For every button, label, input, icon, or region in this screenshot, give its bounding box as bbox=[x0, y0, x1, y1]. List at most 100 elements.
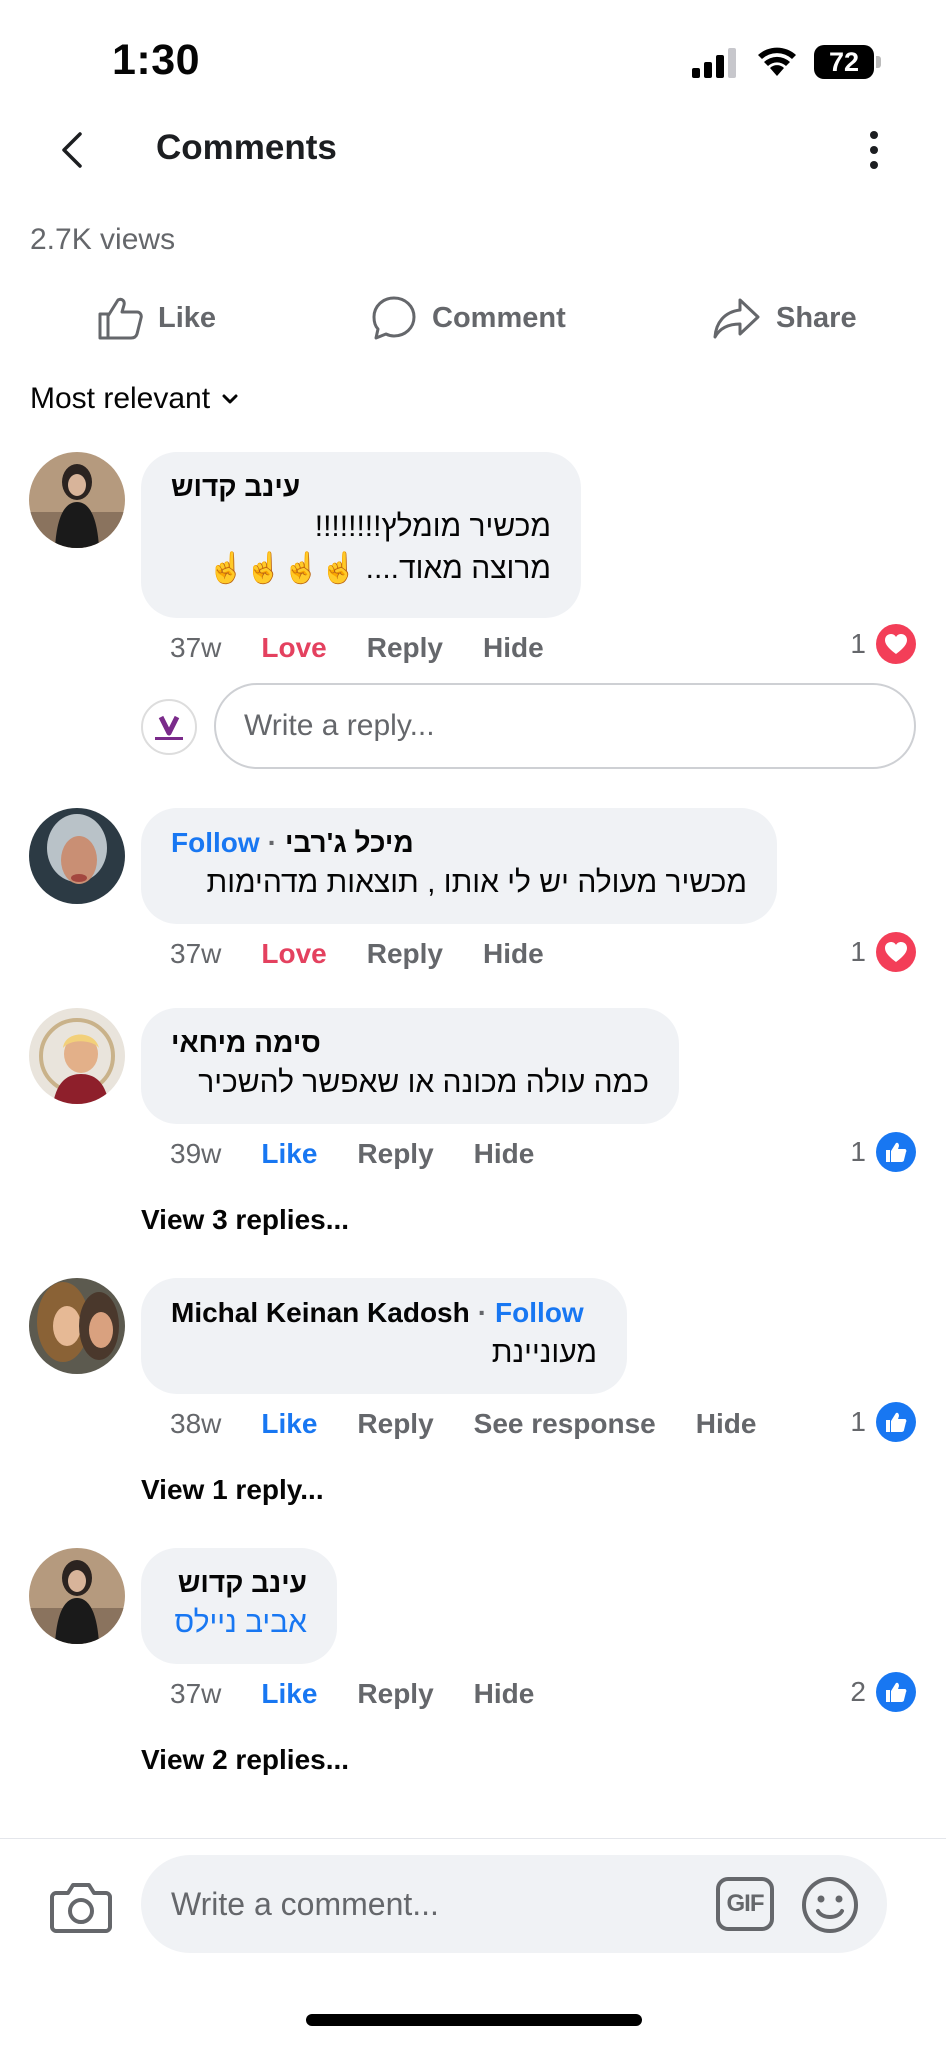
follow-button[interactable]: Follow bbox=[495, 1297, 584, 1328]
comment-author[interactable]: Michal Keinan Kadosh bbox=[171, 1297, 470, 1328]
comment-bubble[interactable]: Follow · מיכל ג'רבי מכשיר מעולה יש לי אותו… bbox=[141, 808, 777, 924]
hide-button[interactable]: Hide bbox=[474, 1678, 535, 1710]
avatar[interactable] bbox=[29, 452, 125, 548]
like-action-label: Like bbox=[158, 301, 217, 334]
heart-icon bbox=[876, 624, 916, 664]
comment-bubble[interactable]: סימה מיחאי כמה עולה מכונה או שאפשר להשכי… bbox=[141, 1008, 679, 1124]
status-bar: 1:30 72 bbox=[0, 0, 946, 110]
hide-button[interactable]: Hide bbox=[483, 632, 544, 664]
reaction-summary[interactable]: 1 bbox=[850, 624, 916, 664]
home-indicator bbox=[306, 2014, 642, 2026]
hide-button[interactable]: Hide bbox=[696, 1408, 757, 1440]
thumbs-up-icon bbox=[876, 1672, 916, 1712]
view-replies-link[interactable]: View 1 reply... bbox=[141, 1474, 324, 1506]
hide-button[interactable]: Hide bbox=[483, 938, 544, 970]
chevron-left-icon bbox=[62, 132, 82, 168]
comment-time: 37w bbox=[170, 938, 222, 969]
avatar[interactable] bbox=[29, 808, 125, 904]
cellular-signal-icon bbox=[692, 48, 736, 78]
avatar[interactable] bbox=[29, 1548, 125, 1644]
comment-action-label: Comment bbox=[432, 301, 566, 334]
avatar[interactable] bbox=[29, 1278, 125, 1374]
comment-time: 37w bbox=[170, 632, 222, 663]
wifi-icon bbox=[758, 47, 796, 76]
comment-bubble[interactable]: Michal Keinan Kadosh · Follow מעוניינת bbox=[141, 1278, 627, 1394]
post-action-bar: Like Comment Share bbox=[0, 282, 946, 354]
share-action-button[interactable]: Share bbox=[712, 282, 857, 354]
emoji-icon[interactable] bbox=[800, 1875, 860, 1935]
comment-text-line: כמה עולה מכונה או שאפשר להשכיר bbox=[198, 1066, 649, 1099]
avatar[interactable] bbox=[29, 1008, 125, 1104]
page-title: Comments bbox=[156, 128, 337, 167]
like-button[interactable]: Like bbox=[261, 1138, 317, 1170]
comment-text-line: מכשיר מומלץ!!!!!!!! bbox=[314, 510, 551, 543]
react-button[interactable]: Love bbox=[261, 632, 326, 664]
view-replies-link[interactable]: View 2 replies... bbox=[141, 1744, 349, 1776]
comment-time: 39w bbox=[170, 1138, 222, 1169]
reply-button[interactable]: Reply bbox=[367, 632, 443, 664]
comment-author[interactable]: עינב קדוש bbox=[171, 1564, 307, 1602]
comment-time: 37w bbox=[170, 1678, 222, 1709]
reaction-count: 1 bbox=[850, 1406, 866, 1437]
gif-button[interactable]: GIF bbox=[716, 1877, 774, 1931]
reaction-summary[interactable]: 1 bbox=[850, 932, 916, 972]
reaction-count: 1 bbox=[850, 936, 866, 967]
reply-button[interactable]: Reply bbox=[357, 1678, 433, 1710]
reaction-count: 1 bbox=[850, 628, 866, 659]
thumbs-up-icon bbox=[98, 297, 143, 340]
battery-icon: 72 bbox=[814, 45, 881, 79]
comment-meta: 39w Like Reply Hide bbox=[170, 1134, 574, 1174]
chevron-down-icon bbox=[222, 394, 238, 404]
like-button[interactable]: Like bbox=[261, 1408, 317, 1440]
comment-action-button[interactable]: Comment bbox=[370, 282, 566, 354]
thumbs-up-icon bbox=[876, 1402, 916, 1442]
comment-meta: 37w Love Reply Hide bbox=[170, 628, 584, 668]
comment-author[interactable]: מיכל ג'רבי bbox=[285, 827, 414, 858]
views-count: 2.7K views bbox=[30, 223, 176, 250]
follow-button[interactable]: Follow bbox=[171, 827, 260, 858]
reply-placeholder: Write a reply... bbox=[244, 709, 435, 742]
comment-input[interactable]: Write a comment... bbox=[141, 1855, 887, 1953]
reply-button[interactable]: Reply bbox=[367, 938, 443, 970]
comment-time: 38w bbox=[170, 1408, 222, 1439]
reply-button[interactable]: Reply bbox=[357, 1408, 433, 1440]
comment-author[interactable]: עינב קדוש bbox=[171, 468, 551, 506]
mention-link[interactable]: אביב ניילס bbox=[171, 1602, 307, 1644]
comment-text-line: מכשיר מעולה יש לי אותו , תוצאות מדהימות bbox=[206, 866, 747, 899]
reaction-count: 2 bbox=[850, 1676, 866, 1707]
see-response-button[interactable]: See response bbox=[474, 1408, 656, 1440]
reply-composer: Write a reply... bbox=[0, 682, 946, 772]
header-bar: Comments bbox=[0, 110, 946, 210]
like-action-button[interactable]: Like bbox=[96, 282, 216, 354]
thumbs-up-icon bbox=[876, 1132, 916, 1172]
comment-bubble-icon bbox=[372, 296, 416, 340]
comment-text-line: מרוצה מאוד.... ☝️☝️☝️☝️ bbox=[207, 552, 551, 585]
comment-placeholder: Write a comment... bbox=[171, 1885, 439, 1922]
battery-level: 72 bbox=[814, 45, 874, 79]
heart-icon bbox=[876, 932, 916, 972]
reaction-summary[interactable]: 1 bbox=[850, 1402, 916, 1442]
hide-button[interactable]: Hide bbox=[474, 1138, 535, 1170]
back-button[interactable] bbox=[50, 124, 94, 176]
more-dots-icon bbox=[870, 131, 878, 139]
reaction-summary[interactable]: 1 bbox=[850, 1132, 916, 1172]
share-arrow-icon bbox=[713, 298, 760, 339]
react-button[interactable]: Love bbox=[261, 938, 326, 970]
camera-icon[interactable] bbox=[50, 1879, 112, 1935]
sort-label: Most relevant bbox=[30, 382, 211, 415]
reaction-count: 1 bbox=[850, 1136, 866, 1167]
like-button[interactable]: Like bbox=[261, 1678, 317, 1710]
reaction-summary[interactable]: 2 bbox=[850, 1672, 916, 1712]
reply-input[interactable]: Write a reply... bbox=[214, 683, 916, 769]
comment-bubble[interactable]: עינב קדוש מכשיר מומלץ!!!!!!!! מרוצה מאוד… bbox=[141, 452, 581, 618]
view-replies-link[interactable]: View 3 replies... bbox=[141, 1204, 349, 1236]
comment-meta: 37w Like Reply Hide bbox=[170, 1674, 574, 1714]
status-time: 1:30 bbox=[112, 36, 201, 84]
more-options-button[interactable] bbox=[858, 120, 890, 180]
comment-bubble[interactable]: עינב קדוש אביב ניילס bbox=[141, 1548, 337, 1664]
share-action-label: Share bbox=[776, 301, 857, 334]
sort-dropdown[interactable]: Most relevant bbox=[30, 378, 238, 420]
comment-author[interactable]: סימה מיחאי bbox=[171, 1024, 649, 1062]
reply-button[interactable]: Reply bbox=[357, 1138, 433, 1170]
comment-meta: 38w Like Reply See response Hide bbox=[170, 1404, 796, 1444]
